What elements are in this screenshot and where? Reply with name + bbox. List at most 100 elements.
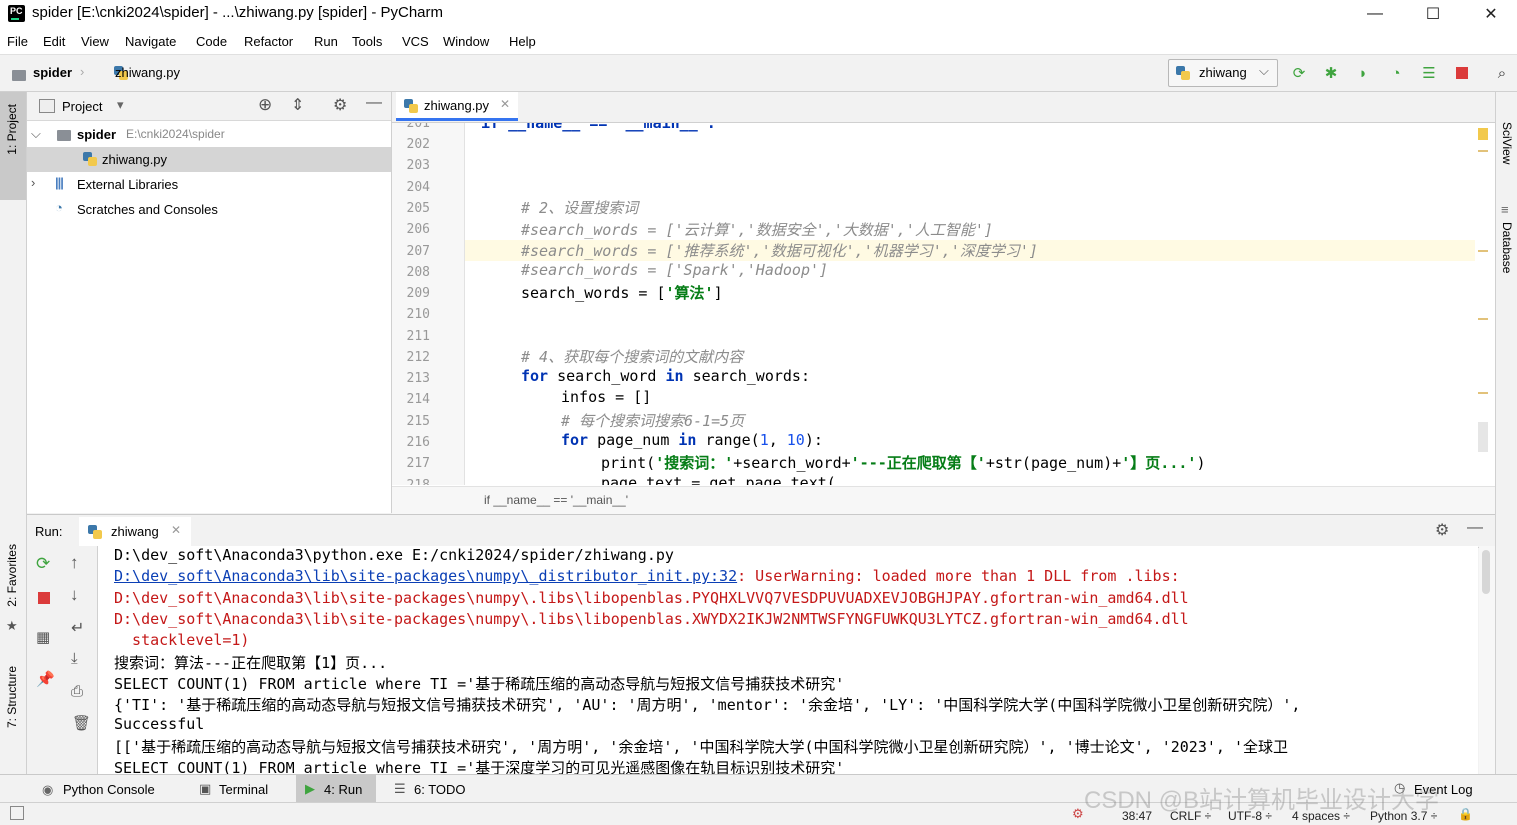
editor-scrollbar[interactable] [1478, 422, 1488, 452]
pin-icon[interactable]: 📌 [36, 670, 55, 688]
menu-navigate[interactable]: Navigate [125, 34, 176, 49]
tree-item-zhiwang[interactable]: zhiwang.py [27, 147, 391, 172]
breadcrumb-project[interactable]: spider [33, 65, 72, 80]
database-icon: ≡ [1501, 202, 1509, 217]
play-icon: ▶ [305, 781, 315, 796]
code-line: search_words = ['算法'] [521, 284, 723, 302]
menu-window[interactable]: Window [443, 34, 489, 49]
maximize-button[interactable]: ☐ [1410, 0, 1456, 28]
tab-python-console[interactable]: Python Console [63, 782, 155, 797]
print-icon[interactable]: ⎙ [71, 683, 83, 700]
run-configuration-select[interactable]: zhiwang ⌵ [1168, 59, 1278, 87]
arrow-up-icon[interactable]: ↑ [70, 553, 79, 573]
scroll-to-end-icon[interactable]: ⤓ [71, 650, 78, 667]
minimize-button[interactable]: — [1352, 0, 1398, 28]
rerun-icon[interactable]: ⟳ [36, 554, 50, 574]
menu-view[interactable]: View [81, 34, 109, 49]
console-scrollbar[interactable] [1482, 550, 1490, 594]
chevron-down-icon[interactable]: ▾ [117, 97, 124, 113]
run-tab-zhiwang[interactable]: zhiwang ✕ [79, 517, 191, 546]
stop-icon[interactable] [1453, 64, 1471, 82]
line-number: 212 [406, 350, 430, 365]
console-line: [['基于稀疏压缩的高动态导航与短报文信号捕获技术研究', '周方明', '余金… [114, 738, 1288, 756]
settings-warning-icon[interactable]: ⚙ [1072, 806, 1084, 822]
menu-vcs[interactable]: VCS [402, 34, 429, 49]
code-line: # 2、设置搜索词 [521, 199, 639, 217]
editor-tab-zhiwang[interactable]: zhiwang.py ✕ [396, 92, 518, 121]
coverage-icon[interactable]: ◗ [1354, 64, 1372, 82]
menu-run[interactable]: Run [314, 34, 338, 49]
line-number: 210 [406, 307, 430, 322]
tab-terminal[interactable]: Terminal [219, 782, 268, 797]
code-area[interactable]: if __name__ == '__main__': # 2、设置搜索词 #se… [465, 123, 1475, 485]
editor-tab-label: zhiwang.py [424, 98, 490, 113]
console-scrollbar-track [1479, 546, 1495, 774]
python-file-icon [404, 99, 418, 113]
tab-database[interactable]: Database [1500, 222, 1514, 273]
line-number: 202 [406, 137, 430, 152]
profile-icon[interactable]: ◔ [1387, 64, 1405, 82]
chevron-right-icon[interactable]: › [31, 175, 35, 190]
console-line: stacklevel=1) [114, 631, 250, 649]
line-number-gutter: 201 202 203 204 205 206 207 208 209 210 … [392, 123, 465, 485]
lock-icon[interactable]: 🔒 [1458, 807, 1473, 821]
tree-item-label: zhiwang.py [102, 152, 168, 167]
menu-help[interactable]: Help [509, 34, 536, 49]
debug-icon[interactable]: ✱ [1322, 64, 1340, 82]
chevron-down-icon[interactable]: ⌵ [31, 126, 41, 142]
tab-structure[interactable]: 7: Structure [5, 666, 19, 728]
soft-wrap-icon[interactable]: ↵ [71, 618, 84, 638]
tree-item-scratches[interactable]: ◔ Scratches and Consoles [27, 197, 391, 222]
stop-icon[interactable] [38, 592, 50, 604]
console-link[interactable]: D:\dev_soft\Anaconda3\lib\site-packages\… [114, 567, 737, 585]
tab-project[interactable]: 1: Project [5, 104, 19, 155]
folder-icon [57, 130, 71, 141]
editor-panel: zhiwang.py ✕ 201 202 203 204 205 206 207… [392, 92, 1495, 514]
line-number: 214 [406, 392, 430, 407]
stripe-marker [1478, 318, 1488, 320]
code-line: # 每个搜索词搜索6-1=5页 [561, 412, 745, 430]
menu-code[interactable]: Code [196, 34, 227, 49]
hide-panel-icon[interactable]: — [1467, 519, 1483, 537]
tab-run-active[interactable]: ▶ 4: Run [296, 775, 376, 803]
arrow-down-icon[interactable]: ↓ [70, 585, 79, 605]
breadcrumb-file[interactable]: zhiwang.py [115, 65, 180, 80]
warning-marker[interactable] [1478, 128, 1488, 140]
panel-toggle-icon[interactable] [10, 806, 24, 820]
scratches-icon: ◔ [55, 200, 63, 215]
python-console-icon: ◉ [42, 782, 54, 797]
code-line: if __name__ == '__main__': [481, 123, 716, 132]
close-tab-icon[interactable]: ✕ [171, 523, 181, 537]
hide-panel-icon[interactable]: — [366, 94, 382, 112]
search-icon[interactable]: ⌕ [1493, 64, 1511, 82]
tree-item-external-libraries[interactable]: › ||| External Libraries [27, 172, 391, 197]
code-line: #search_words = ['云计算','数据安全','大数据','人工智… [521, 221, 993, 239]
tab-sciview[interactable]: SciView [1500, 122, 1514, 164]
gear-icon[interactable]: ⚙ [1435, 520, 1449, 540]
run-icon[interactable]: ⟳ [1290, 64, 1308, 82]
project-panel-title[interactable]: Project [62, 99, 102, 114]
menu-refactor[interactable]: Refactor [244, 34, 293, 49]
chevron-down-icon: ⌵ [1259, 63, 1269, 78]
layout-icon[interactable]: ▦ [36, 628, 50, 646]
collapse-all-icon[interactable]: ⇕ [291, 95, 304, 115]
menu-edit[interactable]: Edit [43, 34, 65, 49]
close-button[interactable]: ✕ [1468, 0, 1514, 28]
locate-icon[interactable]: ⊕ [258, 95, 272, 115]
menu-file[interactable]: File [7, 34, 28, 49]
terminal-icon: ▣ [199, 781, 212, 796]
line-number: 211 [406, 329, 430, 344]
concurrency-icon[interactable]: ☰ [1420, 64, 1438, 82]
tree-item-path: E:\cnki2024\spider [126, 127, 225, 141]
tab-todo[interactable]: 6: TODO [414, 782, 466, 797]
code-line: for page_num in range(1, 10): [561, 431, 823, 449]
tab-favorites[interactable]: 2: Favorites [5, 544, 19, 607]
close-tab-icon[interactable]: ✕ [500, 97, 510, 111]
trash-icon[interactable]: 🗑 [72, 714, 91, 732]
tab-run-label: 4: Run [324, 782, 363, 797]
tree-item-spider[interactable]: ⌵ spider E:\cnki2024\spider [27, 122, 391, 147]
run-console[interactable]: D:\dev_soft\Anaconda3\python.exe E:/cnki… [98, 546, 1478, 774]
gear-icon[interactable]: ⚙ [333, 95, 347, 115]
code-breadcrumb[interactable]: if __name__ == '__main__' [484, 493, 628, 507]
menu-tools[interactable]: Tools [352, 34, 382, 49]
